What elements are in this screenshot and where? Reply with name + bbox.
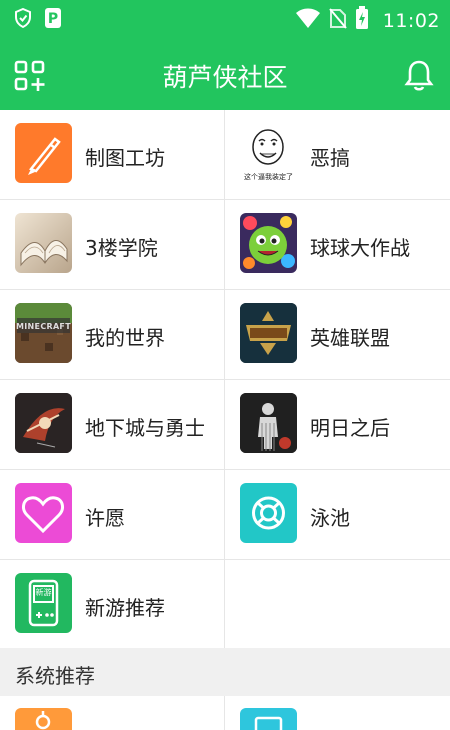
forum-item-dnf[interactable]: 地下城与勇士 bbox=[0, 380, 225, 470]
forum-label: 地下城与勇士 bbox=[85, 416, 205, 440]
gamepad-badge-text: 新游 bbox=[35, 588, 52, 597]
p-app-icon: P bbox=[44, 7, 62, 33]
gamepad-new-icon: 新游 bbox=[15, 573, 72, 633]
forum-label: 明日之后 bbox=[310, 416, 390, 440]
minecraft-icon: MINECRAFT bbox=[15, 303, 72, 363]
battery-charging-icon bbox=[355, 6, 369, 35]
section-header: 系统推荐 bbox=[0, 648, 450, 696]
brush-icon bbox=[15, 123, 72, 183]
no-sim-icon bbox=[328, 7, 347, 34]
lifeafter-icon bbox=[240, 393, 297, 453]
forum-item-drawing[interactable]: 制图工坊 bbox=[0, 110, 225, 200]
lol-icon bbox=[240, 303, 297, 363]
forum-label: 英雄联盟 bbox=[310, 326, 390, 350]
forum-item-lol[interactable]: 英雄联盟 bbox=[225, 290, 450, 380]
forum-row: 地下城与勇士 明日之后 bbox=[0, 380, 450, 470]
divider bbox=[224, 696, 225, 730]
wifi-icon bbox=[295, 7, 321, 34]
section-title: 系统推荐 bbox=[15, 664, 95, 688]
forum-row: MINECRAFT 我的世界 英雄联盟 bbox=[0, 290, 450, 380]
forum-item-empty bbox=[225, 560, 450, 650]
status-bar: P 11:02 bbox=[0, 0, 450, 36]
forum-item-3f-academy[interactable]: 3楼学院 bbox=[0, 200, 225, 290]
forum-label: 3楼学院 bbox=[85, 236, 158, 260]
forum-item-lifeafter[interactable]: 明日之后 bbox=[225, 380, 450, 470]
forum-label: 我的世界 bbox=[85, 326, 165, 350]
forum-item-ball-battle[interactable]: 球球大作战 bbox=[225, 200, 450, 290]
forum-row: 制图工坊 这个逼我装定了 恶搞 bbox=[0, 110, 450, 200]
clock: 11:02 bbox=[382, 9, 440, 32]
forum-row: 3楼学院 球球大作战 bbox=[0, 200, 450, 290]
meme-caption: 这个逼我装定了 bbox=[244, 173, 293, 181]
forum-label: 新游推荐 bbox=[85, 596, 165, 620]
forum-item-new-games[interactable]: 新游 新游推荐 bbox=[0, 560, 225, 650]
forum-label: 恶搞 bbox=[310, 146, 350, 170]
minecraft-logo: MINECRAFT bbox=[16, 322, 71, 331]
app-bar: 葫芦侠社区 bbox=[0, 36, 450, 110]
forum-label: 球球大作战 bbox=[310, 236, 410, 260]
shield-icon bbox=[14, 7, 32, 32]
orange-tile-icon[interactable] bbox=[15, 708, 72, 730]
forum-item-minecraft[interactable]: MINECRAFT 我的世界 bbox=[0, 290, 225, 380]
forum-label: 泳池 bbox=[310, 506, 350, 530]
cyan-tile-icon[interactable] bbox=[240, 708, 297, 730]
heart-icon bbox=[15, 483, 72, 543]
svg-text:P: P bbox=[48, 11, 58, 27]
forum-item-pool[interactable]: 泳池 bbox=[225, 470, 450, 560]
forum-label: 许愿 bbox=[85, 506, 125, 530]
forum-item-funny[interactable]: 这个逼我装定了 恶搞 bbox=[225, 110, 450, 200]
book-icon bbox=[15, 213, 72, 273]
page-title: 葫芦侠社区 bbox=[162, 63, 288, 92]
bell-icon[interactable] bbox=[402, 58, 436, 92]
lifebuoy-icon bbox=[240, 483, 297, 543]
forum-item-wish[interactable]: 许愿 bbox=[0, 470, 225, 560]
forum-row: 新游 新游推荐 bbox=[0, 560, 450, 650]
forum-label: 制图工坊 bbox=[85, 146, 165, 170]
forum-row: 许愿 泳池 bbox=[0, 470, 450, 560]
dnf-icon bbox=[15, 393, 72, 453]
meme-face-icon: 这个逼我装定了 bbox=[240, 123, 297, 183]
ball-battle-icon bbox=[240, 213, 297, 273]
